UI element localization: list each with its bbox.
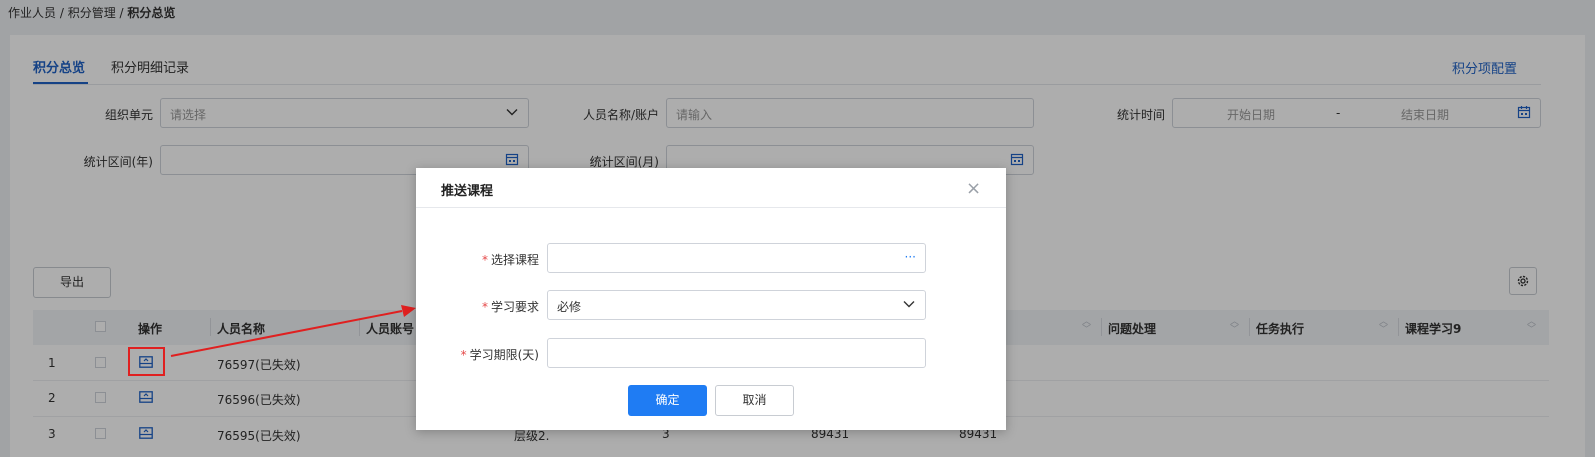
close-icon[interactable]: × xyxy=(966,178,981,199)
study-requirement-select[interactable]: 必修 xyxy=(547,290,926,320)
dialog-header-divider xyxy=(416,207,1006,208)
study-requirement-value: 必修 xyxy=(557,300,582,314)
select-course-label-text: 选择课程 xyxy=(490,253,539,267)
study-period-label-text: 学习期限(天) xyxy=(469,348,539,362)
select-course-input[interactable]: ··· xyxy=(547,243,926,273)
cancel-button[interactable]: 取消 xyxy=(715,385,794,416)
study-period-input[interactable] xyxy=(547,338,926,368)
confirm-button[interactable]: 确定 xyxy=(628,385,707,416)
select-course-label: * 选择课程 xyxy=(429,251,539,268)
required-mark: * xyxy=(460,348,467,362)
required-mark: * xyxy=(481,253,488,267)
study-requirement-label-text: 学习要求 xyxy=(490,300,539,314)
required-mark: * xyxy=(481,300,488,314)
chevron-down-icon xyxy=(903,301,915,308)
dialog-title: 推送课程 xyxy=(441,184,494,199)
study-period-label: * 学习期限(天) xyxy=(429,346,539,363)
more-options-icon[interactable]: ··· xyxy=(905,250,916,264)
study-requirement-label: * 学习要求 xyxy=(429,298,539,315)
